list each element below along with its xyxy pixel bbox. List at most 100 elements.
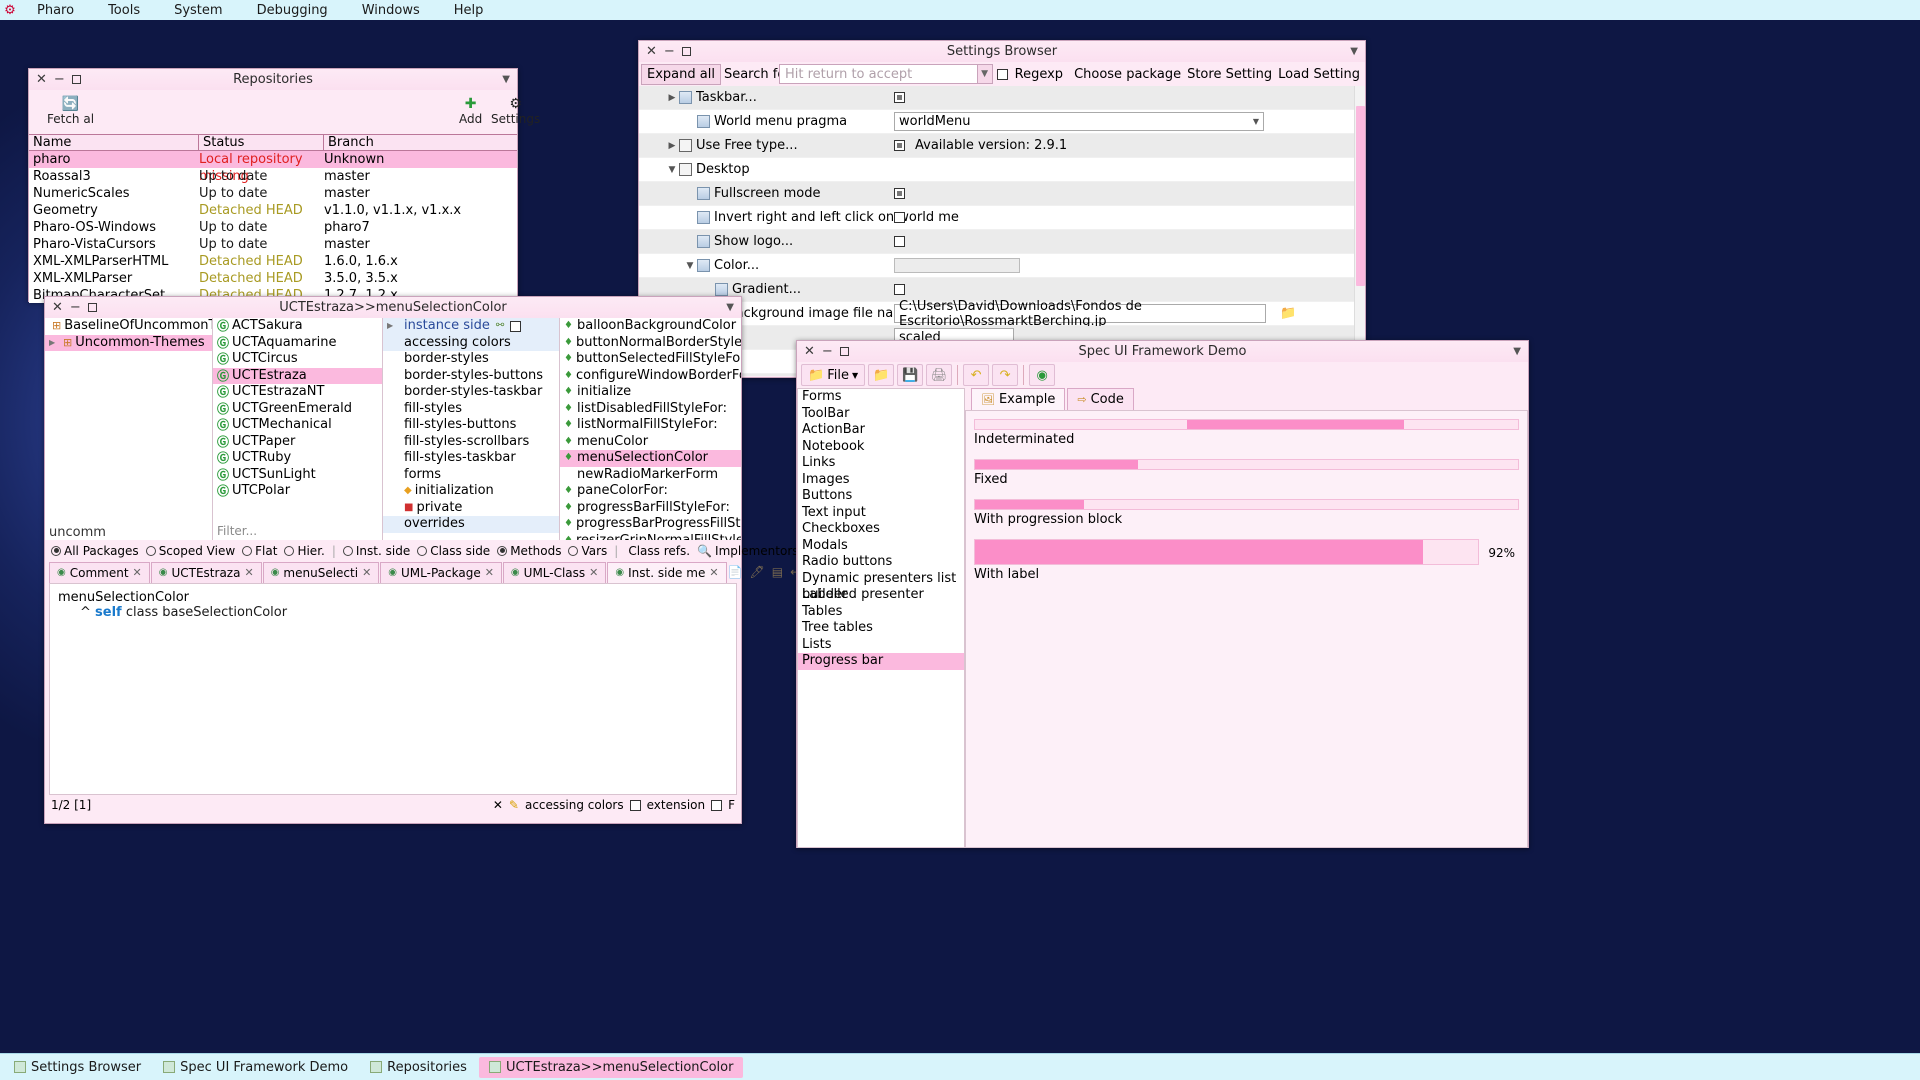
radio-button[interactable] <box>417 545 428 556</box>
browser-tab[interactable]: ◉ menuSelecti ✕ <box>262 561 380 583</box>
settings-file-field[interactable]: C:\Users\David\Downloads\Fondos de Escri… <box>894 299 1266 329</box>
radio-button[interactable] <box>145 545 156 556</box>
protocol-list-item[interactable]: border-styles <box>383 351 559 368</box>
method-list-item[interactable]: ♦ configureWindowBorderFor: <box>560 368 741 385</box>
spec-titlebar[interactable]: ✕ − Spec UI Framework Demo ▼ <box>797 341 1528 362</box>
class-list-item[interactable]: Ⓖ UCTMechanical <box>213 417 382 434</box>
class-list-item[interactable]: Ⓖ UTCPolar <box>213 483 382 500</box>
table-row[interactable]: XML-XMLParser Detached HEAD 3.5.0, 3.5.x <box>29 270 517 287</box>
taskbar-item[interactable]: UCTEstraza>>menuSelectionColor <box>478 1056 744 1078</box>
load-setting-button[interactable]: Load Setting <box>1275 67 1363 82</box>
close-icon[interactable]: ✕ <box>589 566 598 579</box>
spec-list-item[interactable]: Labelled presenter <box>798 587 964 604</box>
pin-icon[interactable]: 🖊 <box>750 565 765 579</box>
repositories-window[interactable]: ✕ − Repositories ▼ 🔄 Fetch al ✚ Add ⚙ Se… <box>28 68 540 303</box>
taskbar-item[interactable]: Repositories <box>360 1057 477 1078</box>
class-browser-window[interactable]: ✕ − UCTEstraza>>menuSelectionColor ▼ ⊞ Ba… <box>44 296 838 824</box>
settings-row[interactable]: ▶ Taskbar... <box>639 86 1365 110</box>
spec-list-item[interactable]: ActionBar <box>798 422 964 439</box>
tab-extras[interactable]: 📄🖊▤↩ <box>728 565 805 579</box>
spec-tab[interactable]: ⇨ Code <box>1067 388 1134 410</box>
column-header-branch[interactable]: Branch <box>324 135 517 150</box>
maximize-icon[interactable] <box>87 303 97 312</box>
window-menu-icon[interactable]: ▼ <box>502 74 517 85</box>
menu-item-pharo[interactable]: Pharo <box>20 3 91 18</box>
settings-scrollbar[interactable] <box>1354 86 1365 376</box>
chevron-down-icon[interactable]: ▼ <box>683 261 697 271</box>
table-row[interactable]: NumericScales Up to date master <box>29 185 517 202</box>
protocol-list-item[interactable]: fill-styles-buttons <box>383 417 559 434</box>
settings-row-control[interactable]: worldMenu ▼ <box>894 112 1264 131</box>
status-close-icon[interactable]: ✕ <box>493 798 503 812</box>
save-button[interactable]: 💾 <box>897 364 924 386</box>
taskbar-item[interactable]: Spec UI Framework Demo <box>153 1057 358 1078</box>
class-list-item[interactable]: Ⓖ UCTCircus <box>213 351 382 368</box>
minimize-icon[interactable]: − <box>664 45 675 58</box>
minimize-icon[interactable]: − <box>54 73 65 86</box>
code-editor[interactable]: menuSelectionColor ^ self class baseSele… <box>49 583 737 795</box>
menu-item-help[interactable]: Help <box>437 3 501 18</box>
window-menu-icon[interactable]: ▼ <box>726 302 741 313</box>
settings-checkbox[interactable] <box>894 284 905 295</box>
add-button[interactable]: ◉ <box>1029 364 1056 386</box>
method-list-item[interactable]: ♦buttonNormalBorderStyleFor: <box>560 335 741 352</box>
spec-list-item[interactable]: ToolBar <box>798 406 964 423</box>
repositories-titlebar[interactable]: ✕ − Repositories ▼ <box>29 69 517 90</box>
protocol-list-item[interactable]: fill-styles-taskbar <box>383 450 559 467</box>
package-list-item[interactable]: ⊞BaselineOfUncommonTheme <box>45 318 212 335</box>
protocol-list-item[interactable]: fill-styles-scrollbars <box>383 434 559 451</box>
settings-browser-window[interactable]: ✕ − Settings Browser ▼ Expand all Search… <box>638 40 1366 378</box>
chevron-down-icon[interactable]: ▼ <box>665 165 679 175</box>
settings-row[interactable]: p background image file name C:\Users\Dav… <box>639 299 1365 329</box>
browser-option[interactable]: Flat <box>242 544 277 558</box>
pencil-icon[interactable]: ✎ <box>509 798 519 812</box>
repositories-table-body[interactable]: pharo Local repository missing Unknown Roas… <box>29 151 517 303</box>
page-icon[interactable]: 📄 <box>728 565 743 579</box>
browser-status-bar[interactable]: 1/2 [1] ✕ ✎ accessing colors extension F <box>45 795 741 815</box>
maximize-icon[interactable] <box>681 47 691 56</box>
table-row[interactable]: Roassal3 Up to date master <box>29 168 517 185</box>
settings-row[interactable]: ▶ Use Free type... Available version: 2.9.… <box>639 134 1365 158</box>
package-list-item[interactable]: ▶ ⊞ Uncommon-Themes <box>45 334 212 351</box>
class-list-item[interactable]: Ⓖ UCTAquamarine <box>213 335 382 352</box>
browser-option[interactable]: Class refs. <box>625 544 690 558</box>
settings-row-control[interactable] <box>894 188 905 199</box>
method-list-item[interactable]: ♦ paneColorFor: <box>560 483 741 500</box>
method-list-item[interactable]: ♦ menuColor <box>560 434 741 451</box>
settings-titlebar[interactable]: ✕ − Settings Browser ▼ <box>639 41 1365 62</box>
minimize-icon[interactable]: − <box>70 301 81 314</box>
spec-list-item[interactable]: Modals <box>798 538 964 555</box>
settings-toolbar[interactable]: Expand all Search for Hit return to acce… <box>639 62 1365 86</box>
protocol-list-item[interactable]: overrides <box>383 516 559 533</box>
radio-button[interactable] <box>568 545 579 556</box>
settings-row-control[interactable] <box>894 258 1020 273</box>
spec-example-list[interactable]: Forms ToolBar ActionBar Notebook Links Images… <box>797 388 965 848</box>
menu-item-windows[interactable]: Windows <box>345 3 437 18</box>
chevron-right-icon[interactable]: ▶ <box>665 141 679 151</box>
repository-settings-button[interactable]: ⚙ Settings <box>491 96 540 126</box>
spec-list-item[interactable]: Forms <box>798 389 964 406</box>
regexp-checkbox[interactable] <box>996 68 1008 80</box>
method-list-item[interactable]: ♦ progressBarFillStyleFor: <box>560 500 741 517</box>
browser-tab[interactable]: ◉ Inst. side me ✕ <box>607 561 727 583</box>
color-well[interactable] <box>894 258 1020 273</box>
browser-option[interactable]: Class side <box>417 544 490 558</box>
spec-list-item[interactable]: Text input <box>798 505 964 522</box>
class-list-item[interactable]: Ⓖ UCTSunLight <box>213 467 382 484</box>
settings-row-control[interactable] <box>894 212 905 223</box>
class-pane[interactable]: Ⓖ ACTSakura Ⓖ UCTAquamarine Ⓖ UCTCircus Ⓖ UCTEs… <box>213 318 383 540</box>
browser-tab[interactable]: ◉ Comment ✕ <box>49 561 150 583</box>
maximize-icon[interactable] <box>71 75 81 84</box>
split-icon[interactable]: ▤ <box>772 565 783 579</box>
table-row[interactable]: Geometry Detached HEAD v1.1.0, v1.1.x, v1.… <box>29 202 517 219</box>
expand-all-button[interactable]: Expand all <box>641 63 721 85</box>
class-list-item[interactable]: Ⓖ UCTEstrazaNT <box>213 384 382 401</box>
settings-text-field[interactable]: worldMenu ▼ <box>894 112 1264 131</box>
method-list-item[interactable]: ♦ listNormalFillStyleFor: <box>560 417 741 434</box>
close-icon[interactable]: ✕ <box>52 301 63 314</box>
close-icon[interactable]: ✕ <box>709 566 718 579</box>
minimize-icon[interactable]: − <box>822 345 833 358</box>
settings-row-control[interactable] <box>894 236 905 247</box>
settings-row[interactable]: ▼ Color... <box>639 254 1365 278</box>
spec-list-item[interactable]: Buttons <box>798 488 964 505</box>
